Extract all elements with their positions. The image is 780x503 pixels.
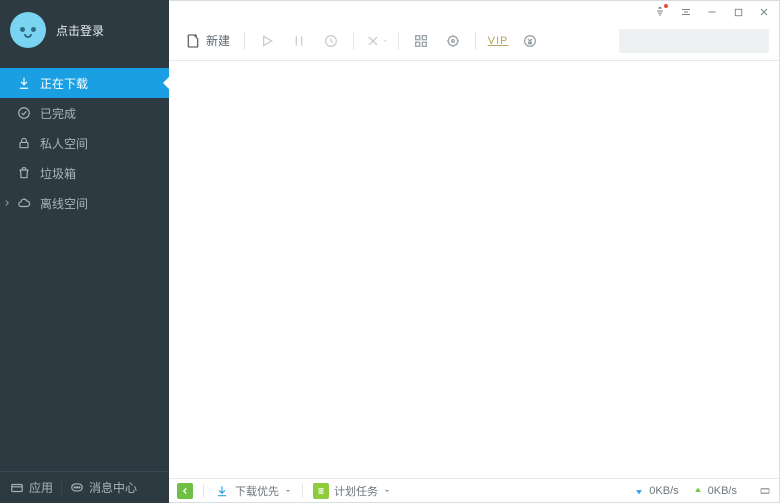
lock-icon bbox=[16, 135, 32, 151]
separator bbox=[475, 32, 476, 50]
pause-button[interactable] bbox=[285, 27, 313, 55]
separator bbox=[203, 484, 204, 498]
sidebar-item-completed[interactable]: 已完成 bbox=[0, 98, 169, 128]
separator bbox=[353, 32, 354, 50]
priority-icon bbox=[214, 483, 230, 499]
main-area: 新建 bbox=[169, 0, 780, 503]
expand-panel-button[interactable] bbox=[759, 485, 771, 497]
sidebar-item-private[interactable]: 私人空间 bbox=[0, 128, 169, 158]
vip-label: VIP bbox=[488, 35, 509, 47]
separator bbox=[61, 481, 62, 495]
sidebar-item-downloading[interactable]: 正在下载 bbox=[0, 68, 169, 98]
arrow-up-icon bbox=[693, 486, 703, 496]
speed-indicators: 0KB/s 0KB/s bbox=[634, 485, 771, 497]
scheduled-tasks-button[interactable]: 计划任务 bbox=[313, 483, 391, 499]
download-speed-value: 0KB/s bbox=[649, 485, 678, 497]
sidebar-item-offline[interactable]: 离线空间 bbox=[0, 188, 169, 218]
separator bbox=[244, 32, 245, 50]
sidebar-item-label: 垃圾箱 bbox=[40, 165, 76, 182]
download-priority-button[interactable]: 下载优先 bbox=[214, 483, 292, 499]
search-input[interactable] bbox=[625, 34, 780, 48]
separator bbox=[398, 32, 399, 50]
arrow-down-icon bbox=[634, 486, 644, 496]
check-circle-icon bbox=[16, 105, 32, 121]
message-icon bbox=[70, 481, 84, 495]
new-task-icon bbox=[185, 33, 201, 49]
delete-button[interactable] bbox=[362, 27, 390, 55]
new-task-button[interactable]: 新建 bbox=[179, 27, 236, 55]
sidebar-nav: 正在下载 已完成 私人空间 垃圾箱 bbox=[0, 68, 169, 218]
menu-icon[interactable] bbox=[679, 5, 693, 19]
download-icon bbox=[16, 75, 32, 91]
scheduled-label: 计划任务 bbox=[334, 483, 378, 499]
cloud-icon bbox=[16, 195, 32, 211]
start-button[interactable] bbox=[253, 27, 281, 55]
chevron-right-icon bbox=[2, 198, 12, 208]
collapse-panel-button[interactable] bbox=[177, 483, 193, 499]
separator bbox=[302, 484, 303, 498]
schedule-icon bbox=[313, 483, 329, 499]
sidebar: 点击登录 正在下载 已完成 私人空间 bbox=[0, 0, 169, 503]
content-area bbox=[169, 61, 779, 478]
sidebar-footer: 应用 消息中心 bbox=[0, 471, 169, 503]
apps-icon bbox=[10, 481, 24, 495]
upload-speed-value: 0KB/s bbox=[708, 485, 737, 497]
sidebar-item-label: 已完成 bbox=[40, 105, 76, 122]
sidebar-header: 点击登录 bbox=[0, 0, 169, 60]
messages-label: 消息中心 bbox=[89, 479, 137, 496]
vip-button[interactable]: VIP bbox=[484, 27, 512, 55]
notification-icon[interactable] bbox=[653, 5, 667, 19]
trash-icon bbox=[16, 165, 32, 181]
qrcode-button[interactable] bbox=[407, 27, 435, 55]
toolbar: 新建 bbox=[169, 21, 779, 61]
avatar[interactable] bbox=[10, 12, 46, 48]
apps-label: 应用 bbox=[29, 479, 53, 496]
apps-button[interactable]: 应用 bbox=[10, 479, 53, 496]
sidebar-item-trash[interactable]: 垃圾箱 bbox=[0, 158, 169, 188]
restart-button[interactable] bbox=[317, 27, 345, 55]
sidebar-item-label: 正在下载 bbox=[40, 75, 88, 92]
priority-label: 下载优先 bbox=[235, 483, 279, 499]
login-link[interactable]: 点击登录 bbox=[56, 22, 104, 39]
close-button[interactable] bbox=[757, 5, 771, 19]
maximize-button[interactable] bbox=[731, 5, 745, 19]
app-window: 点击登录 正在下载 已完成 私人空间 bbox=[0, 0, 780, 503]
search-box[interactable] bbox=[619, 29, 769, 53]
sidebar-item-label: 私人空间 bbox=[40, 135, 88, 152]
messages-button[interactable]: 消息中心 bbox=[70, 479, 137, 496]
statusbar: 下载优先 计划任务 0KB/s bbox=[169, 478, 779, 502]
download-speed: 0KB/s bbox=[634, 485, 678, 497]
titlebar bbox=[169, 1, 779, 21]
minimize-button[interactable] bbox=[705, 5, 719, 19]
upload-speed: 0KB/s bbox=[693, 485, 737, 497]
new-task-label: 新建 bbox=[206, 32, 230, 49]
settings-button[interactable] bbox=[439, 27, 467, 55]
coin-button[interactable] bbox=[516, 27, 544, 55]
sidebar-item-label: 离线空间 bbox=[40, 195, 88, 212]
